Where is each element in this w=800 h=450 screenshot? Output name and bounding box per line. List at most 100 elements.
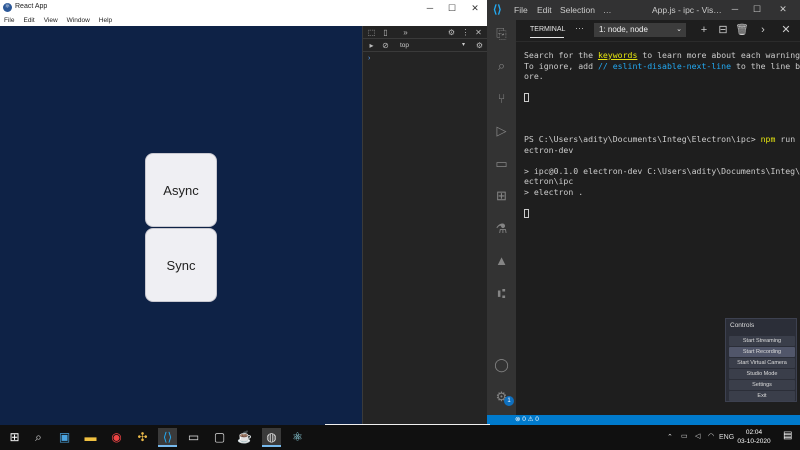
obs-controls-dock: Controls Start Streaming Start Recording… <box>725 318 797 402</box>
device-toggle-icon[interactable]: ▯ <box>381 28 390 37</box>
minimize-icon[interactable]: ─ <box>729 4 741 14</box>
async-button[interactable]: Async <box>145 153 217 227</box>
git-graph-icon[interactable]: ⑆ <box>492 284 511 303</box>
activity-bar: ⎘ ⌕ ⑂ ▷ ▭ ⊞ ⚗ ▲ ⑆ ◯ ⚙ 1 <box>487 20 516 415</box>
obs-taskbar-icon[interactable]: ◍ <box>262 428 281 447</box>
close-icon[interactable]: ✕ <box>469 2 481 14</box>
kill-terminal-icon[interactable]: 🗑 <box>735 23 749 37</box>
start-virtual-camera-button[interactable]: Start Virtual Camera <box>729 358 795 368</box>
maximize-panel-icon[interactable]: › <box>756 23 770 37</box>
terminal-link[interactable]: keywords <box>598 50 637 60</box>
chevron-down-icon: ▾ <box>462 42 466 48</box>
azure-icon[interactable]: ▲ <box>492 251 511 270</box>
terminal-line: ectron\ipc <box>524 176 574 186</box>
terminal-text: To ignore, add <box>524 60 598 71</box>
electron-app-icon: ⚛ <box>3 3 12 12</box>
menu-help[interactable]: Help <box>99 16 112 26</box>
file-explorer-icon[interactable]: ▬ <box>81 428 100 447</box>
active-tab-indicator <box>530 37 564 38</box>
extensions-icon[interactable]: ⊞ <box>492 186 511 205</box>
electron-window-title: React App <box>15 3 48 10</box>
menu-view[interactable]: View <box>44 16 58 26</box>
panel-more-icon[interactable]: ··· <box>575 23 584 33</box>
console-settings-icon[interactable]: ⚙ <box>475 41 484 50</box>
close-panel-icon[interactable]: ✕ <box>779 23 793 37</box>
sync-button[interactable]: Sync <box>145 228 217 302</box>
split-terminal-icon[interactable]: ⊟ <box>716 23 730 37</box>
vscode-titlebar: ⟨⟩ File Edit Selection … App.js - ipc - … <box>487 0 800 20</box>
menu-edit[interactable]: Edit <box>23 16 34 26</box>
wifi-icon[interactable]: ◠ <box>708 432 714 440</box>
language-indicator[interactable]: ENG <box>719 434 734 441</box>
search-icon[interactable]: ⌕ <box>29 428 48 447</box>
sidebar-toggle-icon[interactable]: ▸ <box>367 41 376 50</box>
notification-icon[interactable]: ▤ <box>783 430 792 441</box>
status-icons[interactable]: ⊗ 0 ⚠ 0 <box>515 416 539 423</box>
tab-terminal[interactable]: TERMINAL <box>530 26 565 33</box>
terminal-text: to learn more about each warning. <box>637 50 800 60</box>
source-control-icon[interactable]: ⑂ <box>492 89 511 108</box>
vscode-taskbar-icon[interactable]: ⟨⟩ <box>158 428 177 447</box>
terminal-comment: // eslint-disable-next-line <box>597 60 732 71</box>
run-debug-icon[interactable]: ▷ <box>492 121 511 140</box>
more-tabs-icon[interactable]: » <box>401 28 410 37</box>
volume-icon[interactable]: ◁ <box>695 432 700 440</box>
vs-menu-selection[interactable]: Selection <box>560 5 595 15</box>
terminal-command: npm <box>760 134 776 144</box>
start-streaming-button[interactable]: Start Streaming <box>729 336 795 346</box>
settings-icon[interactable]: ⚙ <box>447 28 456 37</box>
remote-explorer-icon[interactable]: ▭ <box>492 154 511 173</box>
explorer-app-icon[interactable]: ▣ <box>55 428 74 447</box>
exit-button[interactable]: Exit <box>729 391 795 401</box>
testing-icon[interactable]: ⚗ <box>492 219 511 238</box>
console-prompt[interactable]: › <box>368 55 370 62</box>
react-app-page: Async Sync <box>0 26 362 425</box>
terminal-select-dropdown[interactable]: 1: node, node ⌄ <box>594 23 686 37</box>
chevron-down-icon: ⌄ <box>676 26 682 33</box>
chevron-up-icon[interactable]: ⌃ <box>667 433 673 441</box>
maximize-icon[interactable]: ☐ <box>751 4 763 15</box>
start-recording-button[interactable]: Start Recording <box>729 347 795 357</box>
settings-button[interactable]: Settings <box>729 380 795 390</box>
java-icon[interactable]: ☕ <box>235 428 254 447</box>
clear-console-icon[interactable]: ⊘ <box>381 41 390 50</box>
chrome-icon[interactable]: ◉ <box>107 428 126 447</box>
terminal-select-value: 1: node, node <box>599 25 648 34</box>
account-icon[interactable]: ◯ <box>492 355 511 374</box>
devtools-panel: ⬚ ▯ » ⚙ ⋮ ✕ ▸ ⊘ top ▾ ⚙ › <box>362 26 488 425</box>
vs-menu-edit[interactable]: Edit <box>537 5 552 15</box>
app-icon[interactable]: ✣ <box>133 428 152 447</box>
maximize-icon[interactable]: ☐ <box>446 2 458 14</box>
terminal-line: ectron-dev <box>524 144 574 155</box>
new-terminal-icon[interactable]: + <box>697 23 711 37</box>
window-taskbar-icon[interactable]: ▢ <box>210 428 229 447</box>
electron-menubar: File Edit View Window Help <box>0 16 487 26</box>
terminal-cursor <box>524 93 529 102</box>
studio-mode-button[interactable]: Studio Mode <box>729 369 795 379</box>
status-bar: ⊗ 0 ⚠ 0 <box>487 415 800 425</box>
terminal-taskbar-icon[interactable]: ▭ <box>184 428 203 447</box>
electron-window: ⚛ React App ─ ☐ ✕ File Edit View Window … <box>0 0 488 425</box>
terminal-text: Search for the <box>524 50 598 60</box>
kebab-menu-icon[interactable]: ⋮ <box>461 28 470 37</box>
electron-taskbar-icon[interactable]: ⚛ <box>288 428 307 447</box>
close-icon[interactable]: ✕ <box>474 28 483 37</box>
search-icon[interactable]: ⌕ <box>492 56 511 75</box>
close-icon[interactable]: ✕ <box>777 4 789 15</box>
clock-time: 02:04 <box>745 429 763 436</box>
menu-file[interactable]: File <box>4 16 14 26</box>
menu-window[interactable]: Window <box>67 16 90 26</box>
vs-menu-file[interactable]: File <box>514 5 528 15</box>
network-icon[interactable]: ▭ <box>681 432 688 440</box>
context-selector[interactable]: top <box>400 42 409 49</box>
minimize-icon[interactable]: ─ <box>424 2 436 14</box>
clock[interactable]: 02:04 03-10-2020 <box>734 428 774 446</box>
windows-start-icon[interactable]: ⊞ <box>5 428 24 447</box>
vs-menu-more[interactable]: … <box>603 5 612 15</box>
inspect-icon[interactable]: ⬚ <box>367 28 376 37</box>
explorer-icon[interactable]: ⎘ <box>492 24 511 43</box>
terminal-command-args: run el <box>780 134 796 144</box>
